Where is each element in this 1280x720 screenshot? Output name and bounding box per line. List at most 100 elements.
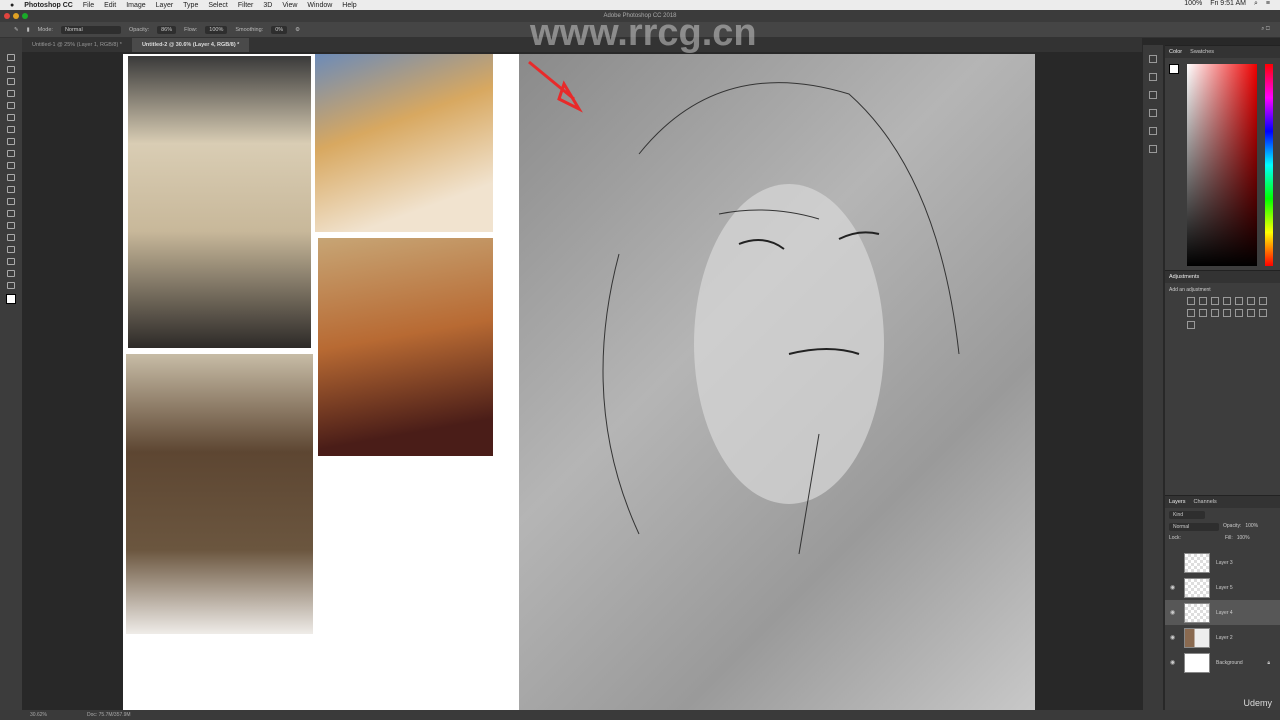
- type-tool-icon[interactable]: [7, 234, 15, 241]
- tab-layers[interactable]: Layers: [1169, 496, 1186, 508]
- lasso-tool-icon[interactable]: [7, 78, 15, 85]
- layer-name[interactable]: Layer 4: [1216, 610, 1233, 616]
- tab-color[interactable]: Color: [1169, 46, 1182, 58]
- layer-row[interactable]: ◉ Layer 4: [1165, 600, 1280, 625]
- zoom-tool-icon[interactable]: [7, 282, 15, 289]
- history-icon[interactable]: [1149, 55, 1157, 63]
- search-icon[interactable]: ⌕ ▢: [1261, 26, 1270, 33]
- brightness-icon[interactable]: [1187, 297, 1195, 305]
- eye-icon[interactable]: ◉: [1170, 634, 1178, 641]
- pen-tool-icon[interactable]: [7, 222, 15, 229]
- opacity-field[interactable]: 86%: [157, 25, 177, 34]
- hue-slider[interactable]: [1265, 64, 1273, 266]
- menu-app[interactable]: Photoshop CC: [24, 2, 73, 9]
- hue-saturation-icon[interactable]: [1247, 297, 1255, 305]
- menu-image[interactable]: Image: [126, 2, 145, 9]
- gradient-map-icon[interactable]: [1259, 309, 1267, 317]
- channel-mixer-icon[interactable]: [1211, 309, 1219, 317]
- eye-icon[interactable]: ◉: [1170, 584, 1178, 591]
- path-select-tool-icon[interactable]: [7, 246, 15, 253]
- info-icon[interactable]: [1149, 91, 1157, 99]
- menu-window[interactable]: Window: [307, 2, 332, 9]
- character-icon[interactable]: [1149, 127, 1157, 135]
- crop-tool-icon[interactable]: [7, 102, 15, 109]
- tab-untitled-1[interactable]: Untitled-1 @ 25% (Layer 1, RGB/8) *: [22, 38, 132, 52]
- layer-opacity-field[interactable]: 100%: [1245, 523, 1258, 531]
- black-white-icon[interactable]: [1187, 309, 1195, 317]
- menu-filter[interactable]: Filter: [238, 2, 254, 9]
- menu-edit[interactable]: Edit: [104, 2, 116, 9]
- curves-icon[interactable]: [1211, 297, 1219, 305]
- eraser-tool-icon[interactable]: [7, 174, 15, 181]
- shape-tool-icon[interactable]: [7, 258, 15, 265]
- menu-view[interactable]: View: [282, 2, 297, 9]
- exposure-icon[interactable]: [1223, 297, 1231, 305]
- zoom-button[interactable]: [22, 13, 28, 19]
- sketch-canvas[interactable]: [519, 54, 1035, 710]
- menu-list-icon[interactable]: ≡: [1266, 0, 1270, 8]
- menu-type[interactable]: Type: [183, 2, 198, 9]
- posterize-icon[interactable]: [1235, 309, 1243, 317]
- color-field[interactable]: [1187, 64, 1257, 266]
- adjustments-subtitle: Add an adjustment: [1169, 287, 1211, 293]
- eye-icon[interactable]: ◉: [1170, 609, 1178, 616]
- menu-select[interactable]: Select: [208, 2, 227, 9]
- tab-untitled-2[interactable]: Untitled-2 @ 30.6% (Layer 4, RGB/8) *: [131, 38, 250, 52]
- layer-name[interactable]: Layer 5: [1216, 585, 1233, 591]
- blur-tool-icon[interactable]: [7, 198, 15, 205]
- minimize-button[interactable]: [13, 13, 19, 19]
- tab-channels[interactable]: Channels: [1194, 496, 1217, 508]
- move-tool-icon[interactable]: [7, 54, 15, 61]
- properties-icon[interactable]: [1149, 73, 1157, 81]
- brush-preset-picker[interactable]: ▮: [27, 27, 30, 33]
- marquee-tool-icon[interactable]: [7, 66, 15, 73]
- tab-swatches[interactable]: Swatches: [1190, 46, 1214, 58]
- eyedropper-tool-icon[interactable]: [7, 114, 15, 121]
- brush-settings-icon[interactable]: [1149, 145, 1157, 153]
- layer-name[interactable]: Background: [1216, 660, 1243, 666]
- threshold-icon[interactable]: [1247, 309, 1255, 317]
- menu-help[interactable]: Help: [342, 2, 356, 9]
- zoom-level[interactable]: 30.62%: [30, 712, 47, 718]
- blend-mode-select[interactable]: Normal: [1169, 523, 1219, 531]
- vibrance-icon[interactable]: [1235, 297, 1243, 305]
- menu-layer[interactable]: Layer: [156, 2, 174, 9]
- close-button[interactable]: [4, 13, 10, 19]
- layer-row[interactable]: ◉ Background 🔒︎: [1165, 650, 1280, 675]
- healing-tool-icon[interactable]: [7, 126, 15, 133]
- menu-3d[interactable]: 3D: [263, 2, 272, 9]
- history-brush-tool-icon[interactable]: [7, 162, 15, 169]
- gradient-tool-icon[interactable]: [7, 186, 15, 193]
- search-icon[interactable]: ⌕: [1254, 0, 1258, 8]
- apple-icon[interactable]: ●: [10, 2, 14, 9]
- paragraph-icon[interactable]: [1149, 109, 1157, 117]
- dodge-tool-icon[interactable]: [7, 210, 15, 217]
- layer-row[interactable]: Layer 3: [1165, 550, 1280, 575]
- color-swatch-foreground[interactable]: [6, 294, 16, 304]
- flow-field[interactable]: 100%: [205, 25, 228, 34]
- levels-icon[interactable]: [1199, 297, 1207, 305]
- kind-filter[interactable]: Kind: [1169, 511, 1205, 519]
- brush-icon[interactable]: ✎: [14, 27, 19, 33]
- reference-board[interactable]: [123, 54, 519, 710]
- clock[interactable]: Fri 9:51 AM: [1210, 0, 1246, 8]
- invert-icon[interactable]: [1223, 309, 1231, 317]
- mode-select[interactable]: Normal: [60, 25, 121, 34]
- eye-icon[interactable]: ◉: [1170, 659, 1178, 666]
- selective-color-icon[interactable]: [1187, 321, 1195, 329]
- layer-row[interactable]: ◉ Layer 2: [1165, 625, 1280, 650]
- foreground-color[interactable]: [1169, 64, 1179, 74]
- fill-field[interactable]: 100%: [1237, 535, 1250, 541]
- hand-tool-icon[interactable]: [7, 270, 15, 277]
- layer-row[interactable]: ◉ Layer 5: [1165, 575, 1280, 600]
- layer-name[interactable]: Layer 2: [1216, 635, 1233, 641]
- photo-filter-icon[interactable]: [1199, 309, 1207, 317]
- color-balance-icon[interactable]: [1259, 297, 1267, 305]
- layer-name[interactable]: Layer 3: [1216, 560, 1233, 566]
- stamp-tool-icon[interactable]: [7, 150, 15, 157]
- quick-select-tool-icon[interactable]: [7, 90, 15, 97]
- brush-tool-icon[interactable]: [7, 138, 15, 145]
- menu-file[interactable]: File: [83, 2, 94, 9]
- smoothing-field[interactable]: 0%: [271, 25, 288, 34]
- gear-icon[interactable]: ⚙: [295, 27, 300, 33]
